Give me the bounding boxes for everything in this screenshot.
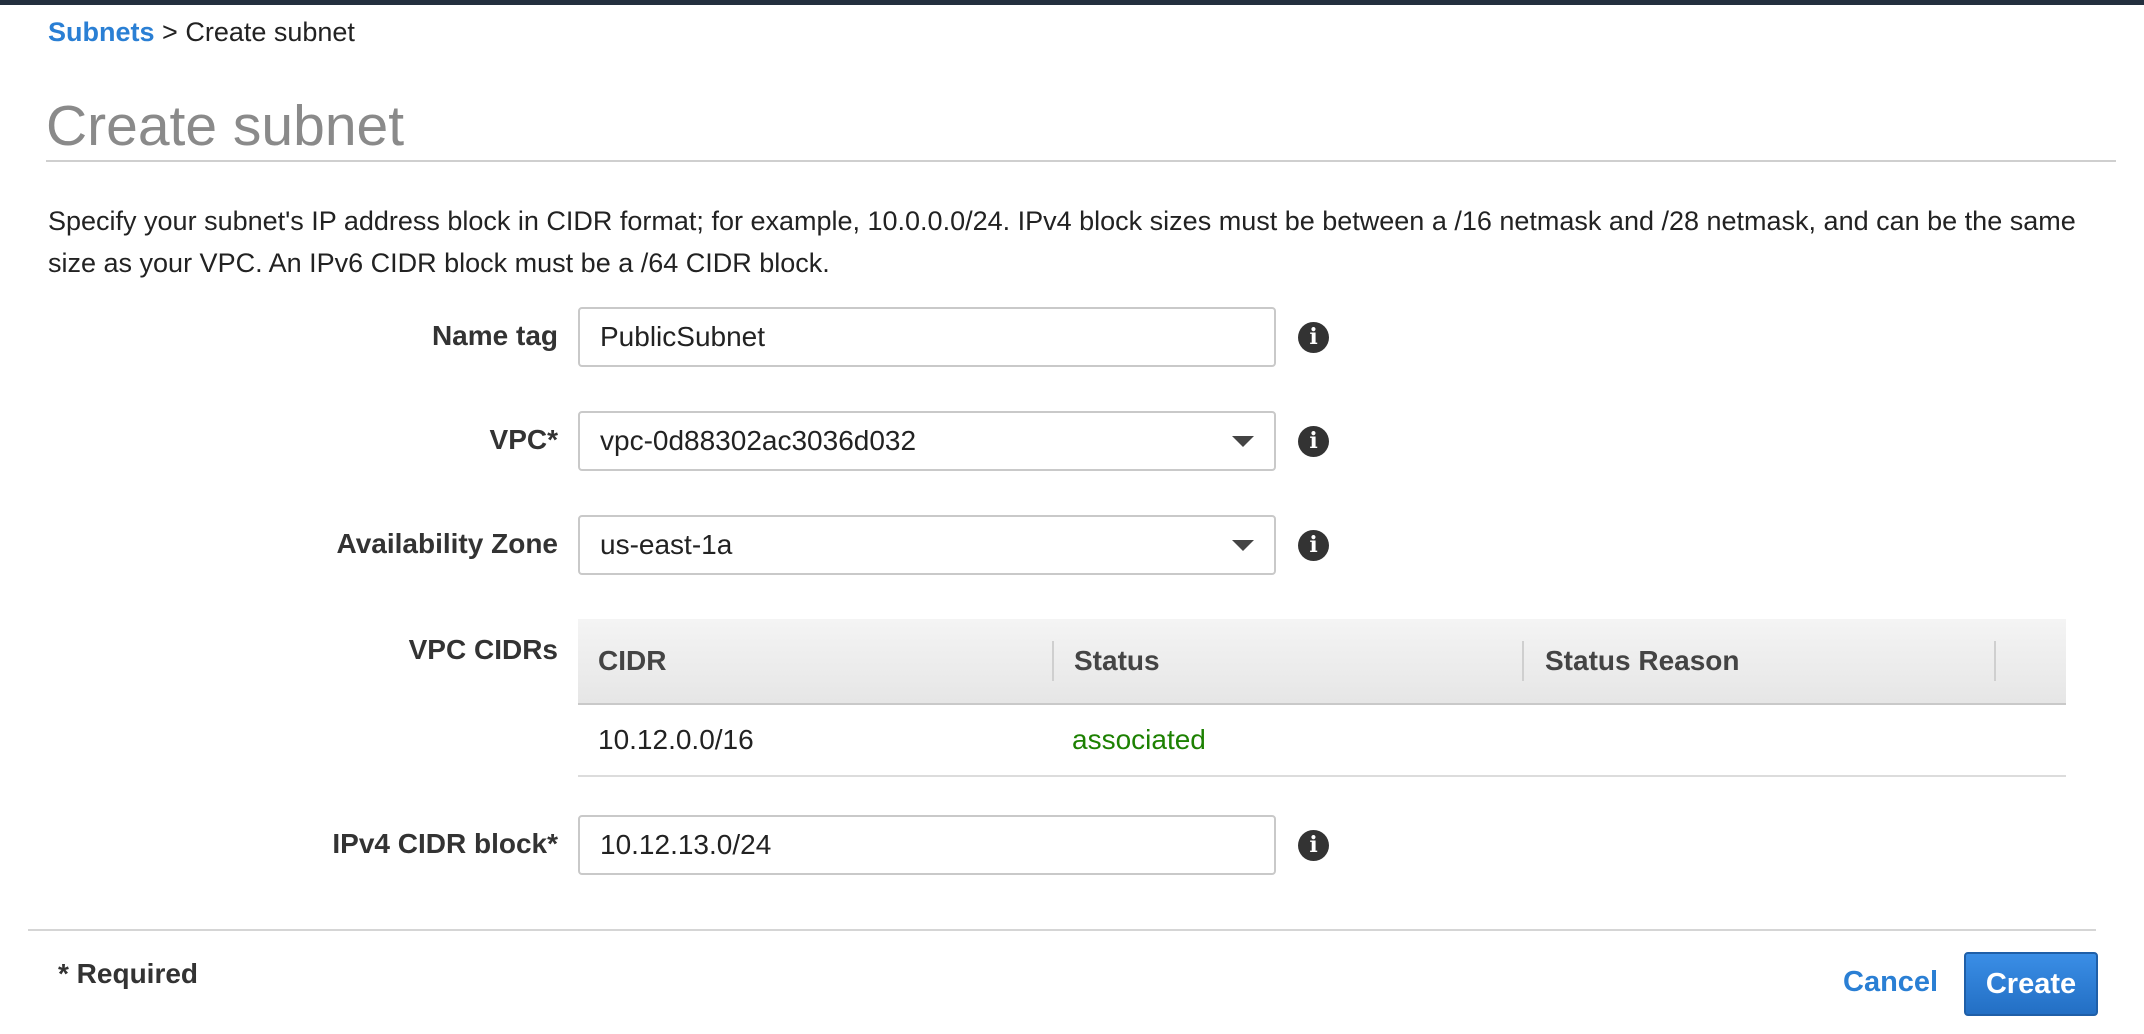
page-title: Create subnet (46, 94, 405, 158)
required-note: * Required (58, 958, 199, 989)
breadcrumb-subnets-link[interactable]: Subnets (48, 17, 155, 47)
name-tag-label: Name tag (431, 320, 558, 351)
table-row: 10.12.0.0/16 associated (578, 705, 2066, 777)
create-button[interactable]: Create (1964, 952, 2098, 1016)
ipv4-cidr-info-icon[interactable]: i (1298, 830, 1329, 861)
caret-down-icon (1232, 435, 1254, 447)
column-divider[interactable] (1052, 641, 1054, 681)
column-header-status[interactable]: Status (1074, 619, 1160, 703)
availability-zone-info-icon[interactable]: i (1298, 530, 1329, 561)
breadcrumb-current: Create subnet (185, 17, 355, 47)
column-header-status-reason[interactable]: Status Reason (1545, 619, 1740, 703)
table-header: CIDR Status Status Reason (578, 619, 2066, 705)
vpc-selected-value: vpc-0d88302ac3036d032 (600, 425, 917, 456)
availability-zone-label: Availability Zone (336, 528, 558, 559)
caret-down-icon (1232, 539, 1254, 551)
name-tag-value: PublicSubnet (600, 321, 766, 352)
ipv4-cidr-label: IPv4 CIDR block* (332, 828, 558, 859)
breadcrumb: Subnets > Create subnet (48, 14, 355, 50)
page-description: Specify your subnet's IP address block i… (48, 206, 2076, 278)
availability-zone-selected-value: us-east-1a (600, 529, 733, 560)
availability-zone-select[interactable]: us-east-1a (578, 515, 1276, 575)
vpc-label: VPC* (489, 424, 558, 455)
vpc-cidrs-label: VPC CIDRs (408, 634, 558, 665)
cell-cidr: 10.12.0.0/16 (598, 724, 754, 755)
cell-status: associated (1072, 724, 1206, 755)
column-header-cidr[interactable]: CIDR (598, 619, 666, 703)
title-divider (46, 160, 2116, 162)
footer-divider (28, 929, 2096, 931)
breadcrumb-separator: > (162, 17, 178, 47)
top-nav-bar (0, 0, 2144, 5)
column-divider[interactable] (1994, 641, 1996, 681)
vpc-cidrs-table: CIDR Status Status Reason 10.12.0.0/16 a… (578, 619, 2066, 777)
ipv4-cidr-input[interactable]: 10.12.13.0/24 (578, 815, 1276, 875)
name-tag-info-icon[interactable]: i (1298, 322, 1329, 353)
column-divider[interactable] (1522, 641, 1524, 681)
cancel-button[interactable]: Cancel (1843, 966, 1938, 999)
vpc-info-icon[interactable]: i (1298, 426, 1329, 457)
vpc-select[interactable]: vpc-0d88302ac3036d032 (578, 411, 1276, 471)
ipv4-cidr-value: 10.12.13.0/24 (600, 829, 772, 860)
name-tag-input[interactable]: PublicSubnet (578, 307, 1276, 367)
